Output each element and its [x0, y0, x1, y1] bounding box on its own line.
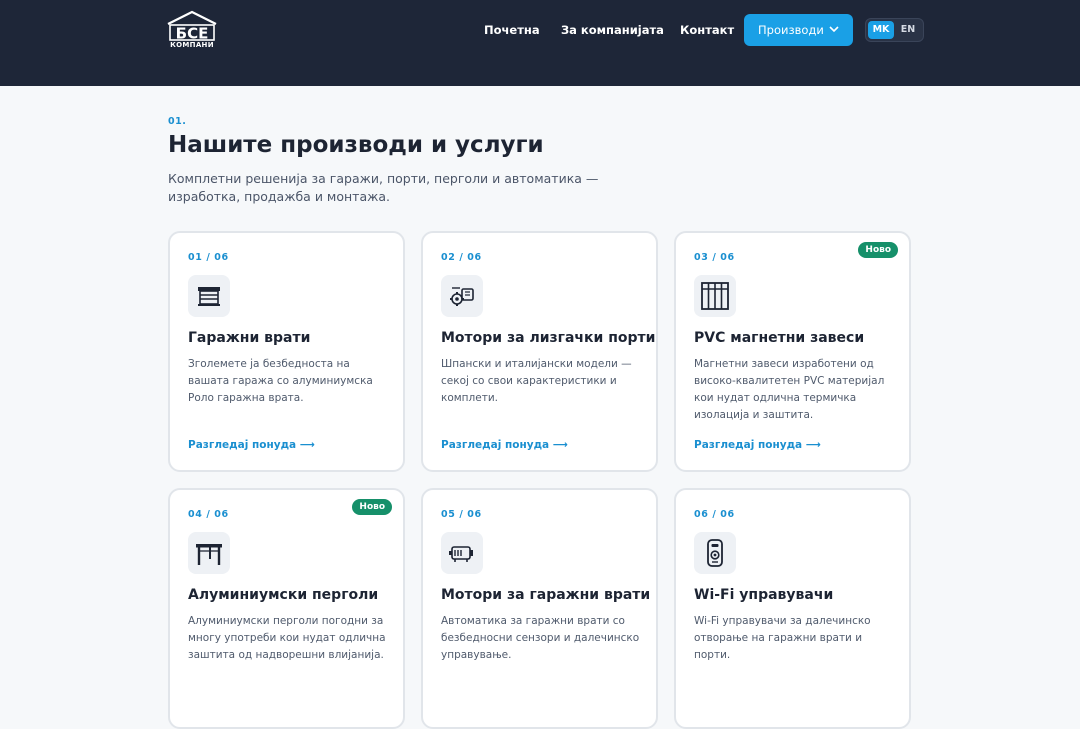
section-description: Комплетни решенија за гаражи, порти, пер… [168, 171, 599, 204]
pergola-icon [188, 532, 230, 574]
page-title: Нашите производи и услуги [168, 132, 544, 158]
card-index: 03 / 06 [694, 252, 735, 263]
view-offer-link[interactable]: Разгледај понуда ⟶ [441, 439, 568, 451]
view-offer-link[interactable]: Разгледај понуда ⟶ [188, 439, 315, 451]
new-badge: Ново [858, 242, 898, 258]
card-description: Автоматика за гаражни врати со безбеднос… [441, 615, 640, 661]
chevron-down-icon [829, 26, 839, 33]
products-button-label: Производи [758, 23, 824, 37]
card-title: Гаражни врати [188, 330, 311, 346]
curtain-grid-icon [694, 275, 736, 317]
remote-control-icon [694, 532, 736, 574]
section-number: 01. [168, 116, 187, 127]
lang-en-button[interactable]: EN [895, 21, 921, 39]
garage-door-icon [188, 275, 230, 317]
main-nav: Почетна За компанијата Контакт Производи… [0, 14, 1080, 46]
gear-motor-icon [441, 275, 483, 317]
product-card-sliding-gate-motors[interactable]: 02 / 06 Мотори за лизгачки порти Шпански… [421, 231, 658, 472]
card-description: Wi-Fi управувачи за далечинско отворање … [694, 615, 871, 661]
card-index: 04 / 06 [188, 509, 229, 520]
motor-icon [441, 532, 483, 574]
top-navigation-bar: БСЕ КОМПАНИ Почетна За компанијата Конта… [0, 0, 1080, 86]
nav-home-link[interactable]: Почетна [484, 14, 540, 46]
language-switcher: MK EN [865, 18, 924, 42]
nav-contact-link[interactable]: Контакт [680, 14, 734, 46]
card-title: Мотори за гаражни врати [441, 587, 651, 603]
product-card-garage-door-motors[interactable]: 05 / 06 Мотори за гаражни врати Автомати… [421, 488, 658, 729]
card-description: Алуминиумски перголи погодни за многу уп… [188, 615, 386, 661]
view-offer-link[interactable]: Разгледај понуда ⟶ [694, 439, 821, 451]
card-index: 01 / 06 [188, 252, 229, 263]
product-card-aluminium-pergolas[interactable]: 04 / 06 Ново Алуминиумски перголи Алумин… [168, 488, 405, 729]
card-title: Алуминиумски перголи [188, 587, 379, 603]
new-badge: Ново [352, 499, 392, 515]
card-title: PVC магнетни завеси [694, 330, 865, 346]
card-index: 06 / 06 [694, 509, 735, 520]
product-card-wifi-controllers[interactable]: 06 / 06 Wi-Fi управувачи Wi-Fi управувач… [674, 488, 911, 729]
product-card-garage-doors[interactable]: 01 / 06 Гаражни врати Зголемете ја безбе… [168, 231, 405, 472]
card-title: Мотори за лизгачки порти [441, 330, 656, 346]
products-dropdown-button[interactable]: Производи [744, 14, 853, 46]
card-description: Шпански и италијански модели — секој со … [441, 358, 632, 404]
card-index: 05 / 06 [441, 509, 482, 520]
card-description: Зголемете ја безбедноста на вашата гараж… [188, 358, 373, 404]
product-card-pvc-curtains[interactable]: 03 / 06 Ново PVC магнетни завеси Магнетн… [674, 231, 911, 472]
card-index: 02 / 06 [441, 252, 482, 263]
lang-mk-button[interactable]: MK [868, 21, 894, 39]
nav-about-link[interactable]: За компанијата [561, 14, 664, 46]
card-description: Магнетни завеси изработени од високо-ква… [694, 358, 885, 421]
card-title: Wi-Fi управувачи [694, 587, 834, 603]
